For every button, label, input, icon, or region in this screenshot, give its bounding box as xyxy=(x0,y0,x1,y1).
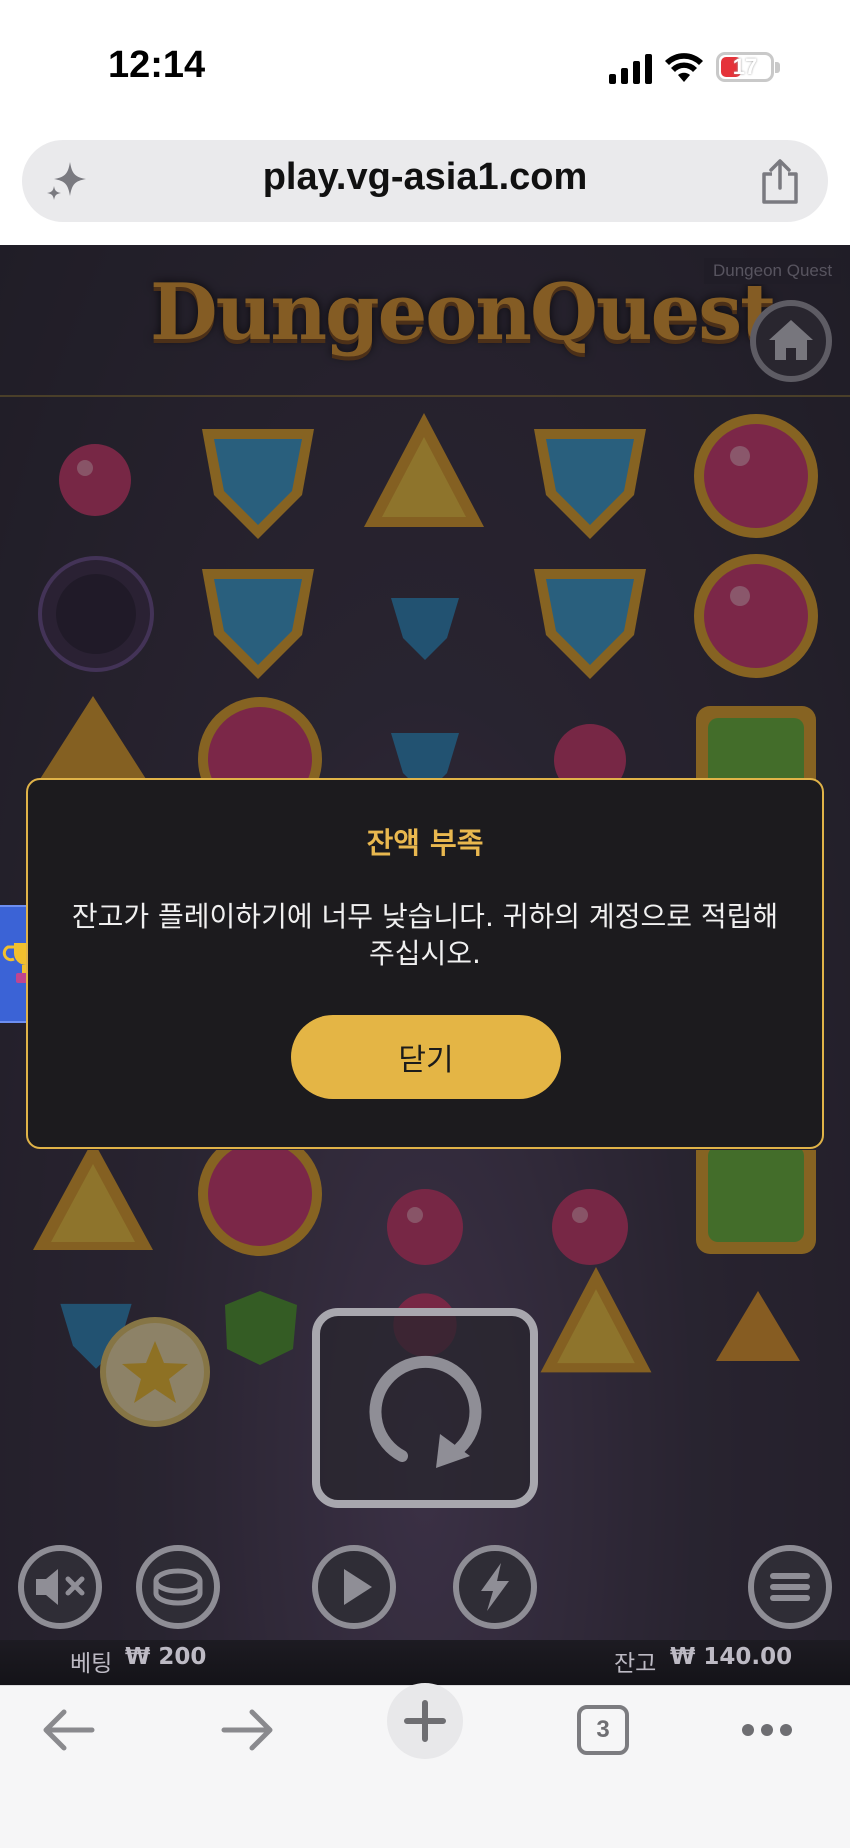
back-arrow-icon[interactable] xyxy=(40,1708,96,1752)
battery-tip xyxy=(775,62,780,73)
balance-label: 잔고 xyxy=(614,1651,657,1677)
menu-button[interactable] xyxy=(748,1545,832,1629)
more-dots-icon[interactable] xyxy=(740,1720,794,1740)
tabs-icon[interactable]: 3 xyxy=(577,1705,629,1755)
signal-icon xyxy=(609,54,652,84)
turbo-button[interactable] xyxy=(453,1545,537,1629)
play-icon xyxy=(344,1569,372,1605)
new-tab-button[interactable] xyxy=(387,1683,463,1759)
share-icon[interactable] xyxy=(758,158,802,206)
bet-coin-button[interactable] xyxy=(136,1545,220,1629)
wifi-icon xyxy=(665,53,703,82)
status-bar: 12:14 17 xyxy=(0,0,850,130)
bet-label: 베팅 xyxy=(70,1651,113,1677)
spin-icon xyxy=(369,1355,482,1468)
forward-arrow-icon[interactable] xyxy=(220,1708,276,1752)
balance-value: ₩ 140.00 xyxy=(670,1644,793,1670)
url-text[interactable]: play.vg-asia1.com xyxy=(22,156,828,199)
menu-icon xyxy=(770,1573,810,1601)
lightning-icon xyxy=(481,1563,509,1611)
close-button[interactable]: 닫기 xyxy=(291,1015,561,1099)
battery-icon: 17 xyxy=(716,52,774,82)
dialog-message: 잔고가 플레이하기에 너무 낮습니다. 귀하의 계정으로 적립해 주십시오. xyxy=(71,900,779,970)
status-time: 12:14 xyxy=(108,44,206,86)
insufficient-balance-dialog: 잔액 부족 잔고가 플레이하기에 너무 낮습니다. 귀하의 계정으로 적립해 주… xyxy=(26,778,824,1149)
bet-value: ₩ 200 xyxy=(125,1644,207,1670)
battery-level: 17 xyxy=(732,54,758,79)
mute-button[interactable] xyxy=(18,1545,102,1629)
new-tab-plus-icon xyxy=(404,1700,446,1742)
mute-icon xyxy=(36,1569,85,1605)
dialog-title: 잔액 부족 xyxy=(366,826,484,860)
autoplay-button[interactable] xyxy=(312,1545,396,1629)
spin-button[interactable] xyxy=(312,1308,538,1508)
coin-icon xyxy=(153,1568,203,1606)
address-bar[interactable]: play.vg-asia1.com xyxy=(22,140,828,222)
